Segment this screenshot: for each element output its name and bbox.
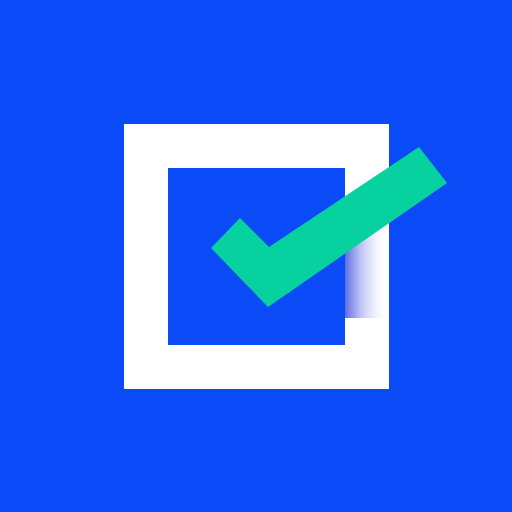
app-icon	[0, 0, 512, 512]
checked-checkbox-icon	[0, 0, 512, 512]
